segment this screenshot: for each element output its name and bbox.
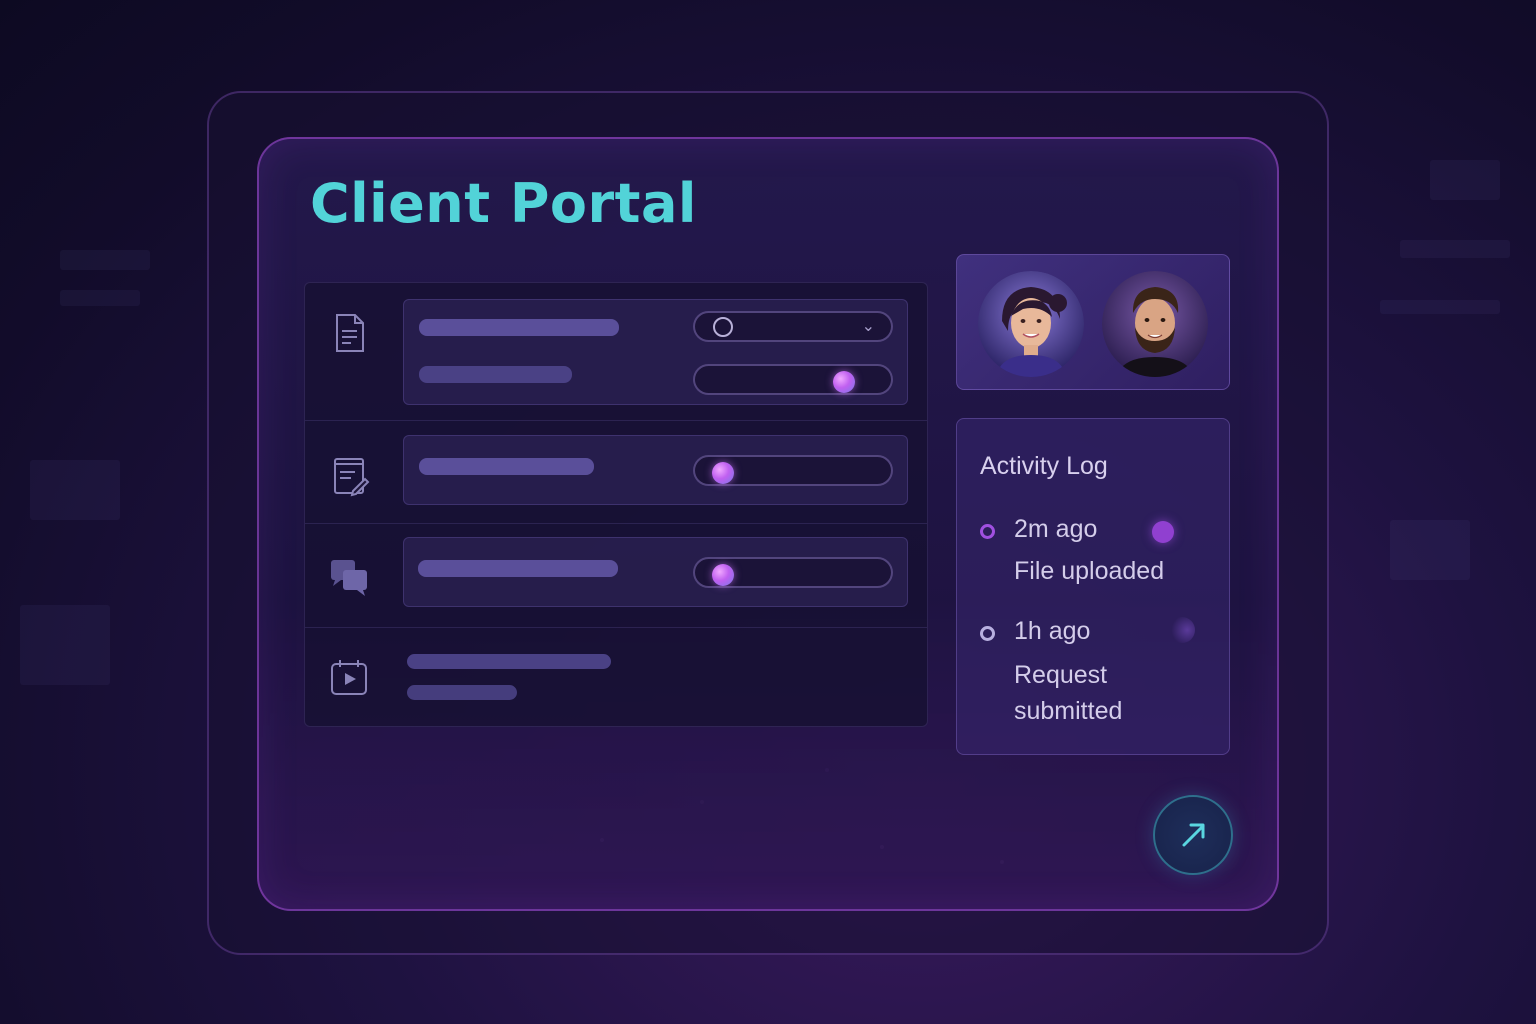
status-dropdown[interactable]: ⌄: [693, 311, 893, 342]
avatar[interactable]: [978, 271, 1084, 377]
log-entry-text: submitted: [1014, 697, 1123, 725]
woman-avatar-icon: [978, 271, 1084, 377]
slider-knob[interactable]: [712, 462, 734, 484]
text-placeholder-bar: [407, 654, 611, 669]
video-calendar-icon: [331, 660, 367, 695]
list-item[interactable]: [305, 524, 927, 628]
list-item[interactable]: [305, 421, 927, 524]
chevron-down-icon: ⌄: [861, 316, 875, 335]
activity-log-title: Activity Log: [980, 452, 1108, 480]
arrow-up-right-icon: [1182, 823, 1205, 847]
edit-document-icon: [334, 458, 370, 497]
toggle-slider[interactable]: [693, 557, 893, 588]
page-title: Client Portal: [310, 172, 697, 235]
list-item[interactable]: [305, 628, 927, 726]
list-item[interactable]: ⌄: [305, 283, 927, 421]
avatar[interactable]: [1102, 271, 1208, 377]
activity-log-card: Activity Log 2m ago File uploaded 1h ago…: [956, 418, 1230, 755]
request-card[interactable]: [403, 537, 908, 607]
log-entry-text: File uploaded: [1014, 557, 1165, 585]
log-entry-time: 2m ago: [1014, 515, 1098, 543]
man-avatar-icon: [1102, 271, 1208, 377]
timeline-bullet-icon: [980, 524, 995, 539]
toggle-slider[interactable]: [693, 455, 893, 486]
team-avatars-card: [956, 254, 1230, 390]
request-card[interactable]: ⌄: [403, 299, 908, 405]
chat-bubbles-icon: [331, 560, 367, 596]
timeline-bullet-icon: [980, 626, 995, 641]
text-placeholder-bar: [418, 560, 618, 577]
log-entry-text: Request: [1014, 661, 1108, 689]
toggle-slider[interactable]: [693, 364, 893, 395]
text-placeholder-bar: [419, 319, 619, 336]
radio-circle-icon: [713, 317, 733, 337]
document-icon: [336, 314, 364, 352]
text-placeholder-bar: [419, 366, 572, 383]
slider-knob[interactable]: [712, 564, 734, 586]
unread-dot-icon: [1152, 521, 1174, 543]
log-entry-time: 1h ago: [1014, 617, 1091, 645]
request-list: ⌄: [304, 282, 928, 727]
text-placeholder-bar: [419, 458, 594, 475]
request-card[interactable]: [403, 435, 908, 505]
text-placeholder-bar: [407, 685, 517, 700]
open-external-button[interactable]: [1153, 795, 1233, 875]
status-dot-icon: [1169, 617, 1195, 643]
slider-knob[interactable]: [833, 371, 855, 393]
